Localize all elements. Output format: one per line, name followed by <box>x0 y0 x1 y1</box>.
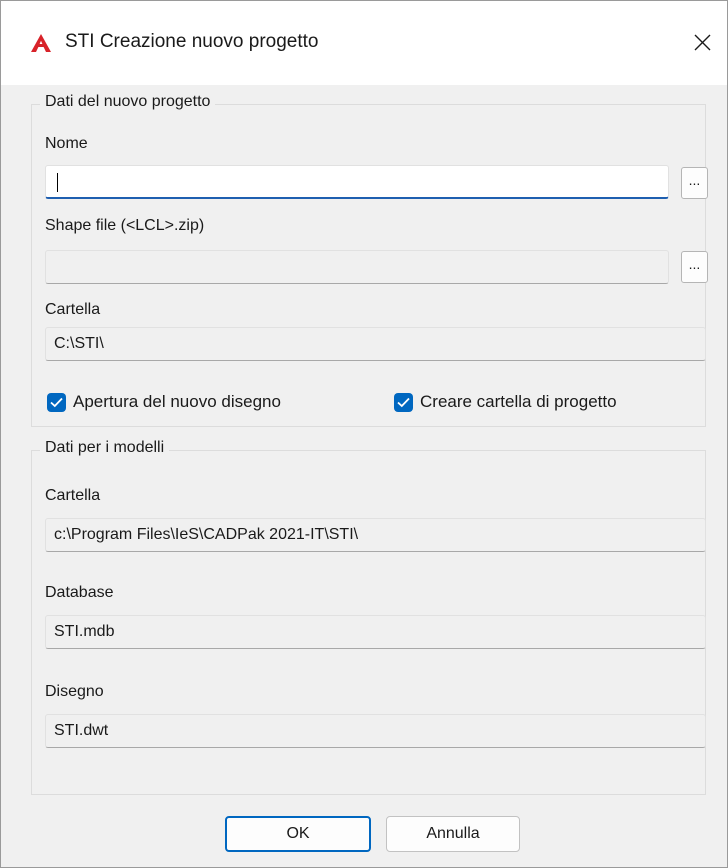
text-caret <box>57 173 58 192</box>
open-drawing-label[interactable]: Apertura del nuovo disegno <box>73 392 281 412</box>
nome-browse-button[interactable]: ... <box>681 167 708 199</box>
create-folder-label[interactable]: Creare cartella di progetto <box>420 392 617 412</box>
close-icon <box>694 34 710 50</box>
autocad-logo-icon <box>31 34 51 52</box>
database-field: STI.mdb <box>45 615 706 649</box>
models-folder-field: c:\Program Files\IeS\CADPak 2021-IT\STI\ <box>45 518 706 552</box>
shape-file-input <box>45 250 669 284</box>
drawing-template-label: Disegno <box>45 683 104 700</box>
window-title: STI Creazione nuovo progetto <box>65 31 319 52</box>
nome-label: Nome <box>45 135 88 152</box>
check-icon <box>397 397 410 408</box>
dialog-window: STI Creazione nuovo progetto Dati del nu… <box>0 0 728 868</box>
open-drawing-checkbox[interactable] <box>47 393 66 412</box>
ok-button[interactable]: OK <box>225 816 371 852</box>
group-project-legend: Dati del nuovo progetto <box>40 93 216 111</box>
shape-file-label: Shape file (<LCL>.zip) <box>45 217 205 234</box>
shape-file-browse-button[interactable]: ... <box>681 251 708 283</box>
project-folder-label: Cartella <box>45 301 101 318</box>
group-models-legend: Dati per i modelli <box>40 439 170 457</box>
database-label: Database <box>45 584 114 601</box>
models-folder-label: Cartella <box>45 487 101 504</box>
cancel-button[interactable]: Annulla <box>386 816 520 852</box>
drawing-template-field: STI.dwt <box>45 714 706 748</box>
check-icon <box>50 397 63 408</box>
project-folder-field: C:\STI\ <box>45 327 706 361</box>
create-folder-checkbox[interactable] <box>394 393 413 412</box>
title-bar: STI Creazione nuovo progetto <box>1 1 727 85</box>
nome-input[interactable] <box>45 165 669 199</box>
close-button[interactable] <box>677 15 727 69</box>
